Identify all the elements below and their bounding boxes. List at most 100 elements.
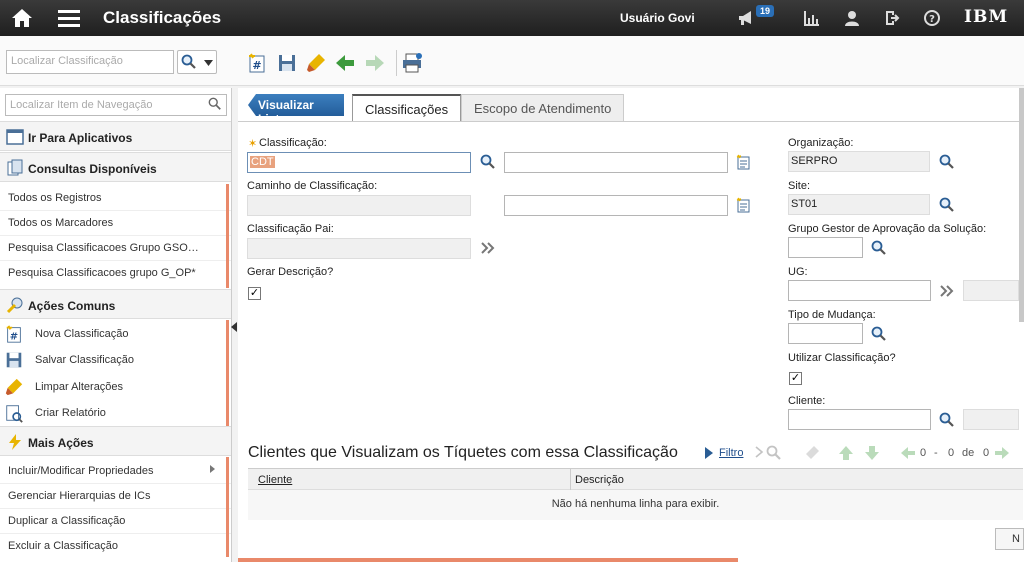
magnifier-icon[interactable]	[939, 412, 955, 428]
tab-service-scope[interactable]: Escopo de Atendimento	[461, 94, 625, 122]
magnifier-icon[interactable]	[208, 97, 222, 111]
classification-path-label: Caminho de Classificação:	[247, 180, 378, 192]
vertical-scrollbar[interactable]	[1019, 88, 1024, 322]
use-classification-checkbox[interactable]: ✓	[789, 372, 802, 385]
column-header-client[interactable]: Cliente	[258, 474, 292, 486]
user-name[interactable]: Usuário Govi	[620, 11, 695, 25]
section-more-actions[interactable]: Mais Ações	[0, 426, 231, 456]
notification-badge: 19	[756, 5, 775, 17]
section-label: Ir Para Aplicativos	[28, 131, 133, 145]
more-action-item[interactable]: Excluir a Classificação	[8, 540, 118, 552]
query-item[interactable]: Todos os Registros	[8, 192, 102, 204]
page-title: Classificações	[103, 8, 222, 27]
chevron-right-icon	[210, 465, 215, 473]
next-record-icon[interactable]	[364, 52, 386, 74]
section-available-queries[interactable]: Consultas Disponíveis	[0, 152, 231, 182]
change-type-field[interactable]	[788, 323, 863, 344]
more-action-item[interactable]: Incluir/Modificar Propriedades	[8, 465, 154, 477]
row-divider	[0, 260, 231, 261]
megaphone-icon[interactable]	[737, 9, 755, 27]
new-record-icon: #	[6, 325, 21, 343]
magnifier-icon[interactable]	[480, 154, 496, 170]
collapse-sidebar-icon[interactable]	[231, 322, 237, 332]
print-icon[interactable]	[401, 52, 423, 74]
ug-label: UG:	[788, 266, 808, 278]
generate-description-checkbox[interactable]: ✓	[248, 287, 261, 300]
path-description-field[interactable]	[504, 195, 728, 216]
clear-changes-icon[interactable]	[305, 52, 327, 74]
row-divider	[0, 533, 231, 534]
actions-icon	[6, 297, 23, 314]
menu-icon[interactable]	[57, 8, 81, 28]
magnifier-icon[interactable]	[766, 445, 782, 461]
help-icon[interactable]: ?	[923, 9, 941, 27]
action-clear-changes[interactable]: Limpar Alterações	[35, 381, 123, 393]
ug-field[interactable]	[788, 280, 931, 301]
magnifier-icon[interactable]	[939, 197, 955, 213]
action-save-classification[interactable]: Salvar Classificação	[35, 354, 134, 366]
horizontal-scrollbar[interactable]	[238, 558, 738, 562]
reports-icon[interactable]	[803, 9, 821, 27]
approval-group-field[interactable]	[788, 237, 863, 258]
section-goto-applications[interactable]: Ir Para Aplicativos	[0, 121, 231, 151]
clear-filter-icon[interactable]	[804, 445, 820, 461]
section-label: Consultas Disponíveis	[28, 162, 157, 176]
previous-page-icon[interactable]	[900, 445, 916, 461]
save-icon[interactable]	[276, 52, 298, 74]
arrow-down-icon[interactable]	[864, 445, 880, 461]
classification-field[interactable]: CDT	[247, 152, 471, 173]
long-description-icon[interactable]	[736, 154, 752, 170]
magnifier-icon[interactable]	[871, 326, 887, 342]
pager-from: 0	[920, 447, 927, 459]
magnifier-icon[interactable]	[871, 240, 887, 256]
next-page-icon[interactable]	[994, 445, 1010, 461]
home-icon[interactable]	[10, 7, 34, 29]
logout-icon[interactable]	[883, 9, 901, 27]
scroll-indicator[interactable]	[226, 184, 229, 288]
pager-of: de	[962, 447, 975, 459]
section-label: Mais Ações	[28, 436, 94, 450]
ibm-logo: IBM	[964, 7, 1009, 27]
table-header: Cliente Descrição	[248, 468, 1023, 491]
magnifier-icon[interactable]	[939, 154, 955, 170]
view-list-button[interactable]: Visualizar Lista	[248, 94, 344, 116]
clear-changes-icon	[5, 378, 23, 396]
query-item[interactable]: Todos os Marcadores	[8, 217, 113, 229]
scroll-indicator[interactable]	[226, 320, 229, 426]
search-options-button[interactable]	[177, 50, 217, 74]
section-label: Ações Comuns	[28, 299, 116, 313]
row-divider	[0, 235, 231, 236]
double-chevron-right-icon[interactable]	[939, 283, 955, 299]
query-item[interactable]: Pesquisa Classificacoes grupo G_OP*	[8, 267, 196, 279]
parent-classification-label: Classificação Pai:	[247, 223, 334, 235]
previous-record-icon[interactable]	[334, 52, 356, 74]
pager-total: 0	[983, 447, 990, 459]
long-description-icon[interactable]	[736, 197, 752, 213]
column-header-description: Descrição	[575, 474, 624, 486]
find-classification-input[interactable]: Localizar Classificação	[6, 50, 174, 74]
new-row-button[interactable]: N	[995, 528, 1024, 550]
double-chevron-right-icon[interactable]	[480, 240, 496, 256]
profile-icon[interactable]	[843, 9, 861, 27]
new-record-icon[interactable]: #	[246, 52, 268, 74]
tab-classifications[interactable]: Classificações	[352, 94, 462, 122]
section-common-actions[interactable]: Ações Comuns	[0, 289, 231, 319]
client-field[interactable]	[788, 409, 931, 430]
toolbar-divider	[396, 50, 397, 76]
more-action-item[interactable]: Gerenciar Hierarquias de ICs	[8, 490, 150, 502]
triangle-right-icon[interactable]	[704, 447, 714, 459]
action-new-classification[interactable]: Nova Classificação	[35, 328, 129, 340]
filter-link[interactable]: Filtro	[719, 447, 743, 459]
empty-table-message: Não há nenhuma linha para exibir.	[248, 490, 1023, 520]
more-action-item[interactable]: Duplicar a Classificação	[8, 515, 125, 527]
scroll-indicator[interactable]	[226, 457, 229, 557]
query-item[interactable]: Pesquisa Classificacoes Grupo GSO…	[8, 242, 199, 254]
classification-value: CDT	[250, 156, 275, 168]
classification-description-field[interactable]	[504, 152, 728, 173]
classification-path-field	[247, 195, 471, 216]
required-indicator: ✶	[248, 138, 258, 150]
top-bar: Classificações Usuário Govi 19 ? IBM	[0, 0, 1024, 36]
action-create-report[interactable]: Criar Relatório	[35, 407, 106, 419]
arrow-up-icon[interactable]	[838, 445, 854, 461]
find-navigation-item-input[interactable]: Localizar Item de Navegação	[5, 94, 227, 116]
